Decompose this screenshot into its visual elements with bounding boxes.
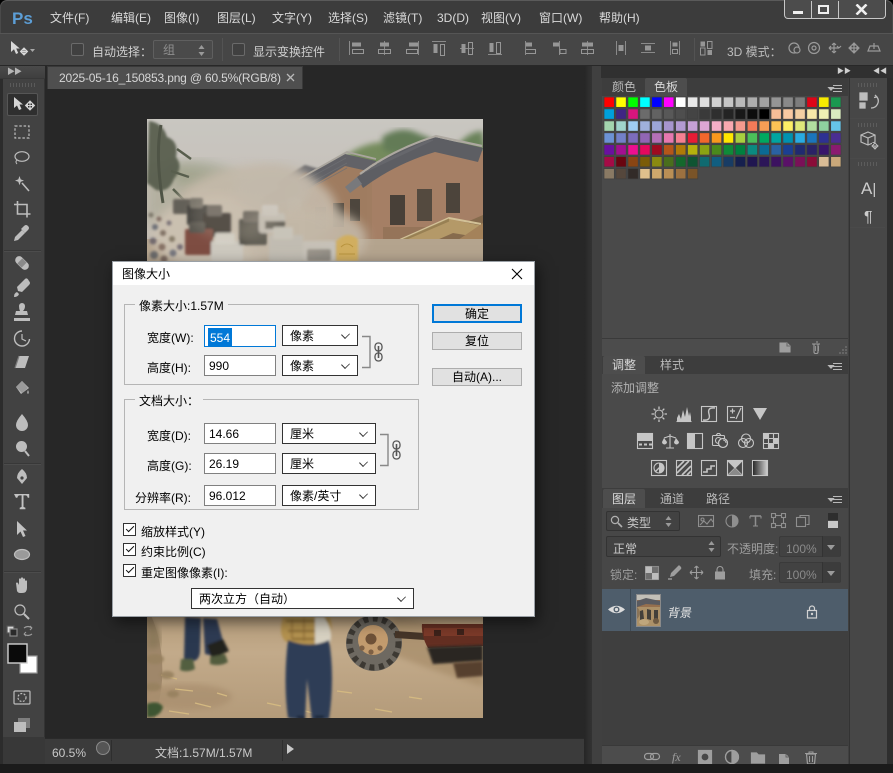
svg-text:fx: fx [672, 750, 681, 764]
